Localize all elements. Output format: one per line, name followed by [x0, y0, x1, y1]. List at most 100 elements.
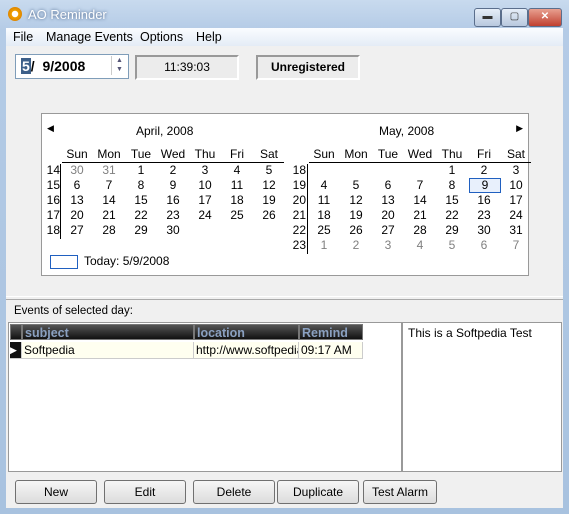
calendar-day[interactable]: 12 [341, 193, 371, 207]
events-grid[interactable]: subject location Remind at ▶ Softpedia h… [8, 322, 402, 472]
calendar-day[interactable]: 31 [501, 223, 531, 237]
calendar-day[interactable]: 7 [501, 238, 531, 252]
calendar-day[interactable]: 27 [373, 223, 403, 237]
calendar-day[interactable]: 24 [501, 208, 531, 222]
edit-button[interactable]: Edit [104, 480, 186, 504]
calendar-day[interactable]: 25 [222, 208, 252, 222]
date-day-year[interactable]: / 9/2008 [31, 58, 86, 74]
menu-file[interactable]: File [13, 30, 33, 44]
calendar-day[interactable]: 17 [190, 193, 220, 207]
cell-subject[interactable]: Softpedia [22, 342, 194, 359]
calendar-day[interactable]: 10 [190, 178, 220, 192]
close-button[interactable]: ✕ [528, 8, 562, 27]
calendar-day[interactable]: 7 [94, 178, 124, 192]
test-alarm-button[interactable]: Test Alarm [363, 480, 437, 504]
calendar-day[interactable]: 28 [405, 223, 435, 237]
calendar-day[interactable]: 3 [190, 163, 220, 177]
duplicate-button[interactable]: Duplicate [277, 480, 359, 504]
date-month[interactable]: 5 [21, 58, 31, 74]
calendar-day[interactable]: 5 [437, 238, 467, 252]
menu-options[interactable]: Options [140, 30, 183, 44]
calendar-day[interactable]: 12 [254, 178, 284, 192]
calendar-day[interactable]: 9 [158, 178, 188, 192]
calendar-day[interactable]: 17 [501, 193, 531, 207]
spin-down-icon[interactable]: ▼ [112, 65, 127, 74]
calendar-day[interactable]: 26 [254, 208, 284, 222]
calendar-day[interactable]: 4 [222, 163, 252, 177]
calendar-day[interactable]: 24 [190, 208, 220, 222]
calendar-day[interactable]: 4 [309, 178, 339, 192]
calendar-day[interactable]: 4 [405, 238, 435, 252]
calendar-day[interactable]: 3 [373, 238, 403, 252]
calendar-day[interactable]: 28 [94, 223, 124, 237]
date-spinner[interactable]: ▲ ▼ [111, 56, 127, 75]
calendar-day[interactable]: 11 [309, 193, 339, 207]
date-picker[interactable]: 5/ 9/2008 ▲ ▼ [15, 54, 129, 79]
calendar-day[interactable]: 21 [405, 208, 435, 222]
column-header-location[interactable]: location [194, 324, 299, 340]
calendar-day[interactable]: 1 [126, 163, 156, 177]
calendar-day[interactable]: 29 [126, 223, 156, 237]
delete-button[interactable]: Delete [193, 480, 275, 504]
calendar-day[interactable]: 21 [94, 208, 124, 222]
calendar-day[interactable]: 2 [158, 163, 188, 177]
calendar-day[interactable]: 23 [469, 208, 499, 222]
calendar-day[interactable]: 13 [373, 193, 403, 207]
new-button[interactable]: New [15, 480, 97, 504]
calendar-day[interactable]: 6 [373, 178, 403, 192]
calendar-day[interactable]: 31 [94, 163, 124, 177]
calendar-day[interactable]: 23 [158, 208, 188, 222]
calendar-day[interactable]: 15 [437, 193, 467, 207]
calendar-day[interactable]: 8 [126, 178, 156, 192]
calendar-day[interactable]: 5 [341, 178, 371, 192]
calendar-day[interactable]: 22 [126, 208, 156, 222]
spin-up-icon[interactable]: ▲ [112, 56, 127, 65]
calendar-day[interactable]: 11 [222, 178, 252, 192]
calendar-day[interactable]: 2 [341, 238, 371, 252]
calendar-day[interactable]: 20 [373, 208, 403, 222]
calendar-day[interactable]: 25 [309, 223, 339, 237]
calendar-day[interactable]: 30 [158, 223, 188, 237]
calendar-day[interactable]: 14 [94, 193, 124, 207]
calendar-day[interactable]: 5 [254, 163, 284, 177]
calendar-day[interactable]: 2 [469, 163, 499, 177]
column-header-subject[interactable]: subject [22, 324, 194, 340]
calendar-day[interactable]: 22 [437, 208, 467, 222]
menu-help[interactable]: Help [196, 30, 222, 44]
calendar-day[interactable]: 6 [469, 238, 499, 252]
calendar-day[interactable]: 15 [126, 193, 156, 207]
splitter[interactable] [6, 296, 563, 300]
calendar-day[interactable]: 19 [341, 208, 371, 222]
prev-month-icon[interactable]: ◀ [47, 123, 54, 134]
next-month-icon[interactable]: ▶ [516, 123, 523, 134]
cell-location[interactable]: http://www.softpedia.com [194, 342, 299, 359]
calendar-day[interactable]: 16 [158, 193, 188, 207]
calendar-day[interactable]: 18 [309, 208, 339, 222]
calendar-day[interactable]: 14 [405, 193, 435, 207]
today-link[interactable]: Today: 5/9/2008 [84, 254, 169, 268]
calendar-day[interactable]: 10 [501, 178, 531, 192]
calendar-day[interactable]: 6 [62, 178, 92, 192]
calendar-day[interactable]: 26 [341, 223, 371, 237]
calendar-day[interactable]: 1 [437, 163, 467, 177]
month-calendar[interactable]: ◀ ▶ April, 2008 May, 2008 Today: 5/9/200… [41, 113, 531, 276]
calendar-day[interactable]: 19 [254, 193, 284, 207]
calendar-day[interactable]: 1 [309, 238, 339, 252]
column-header-remind[interactable]: Remind at [299, 324, 363, 356]
calendar-day[interactable]: 27 [62, 223, 92, 237]
calendar-day[interactable]: 18 [222, 193, 252, 207]
maximize-button[interactable]: ▢ [501, 8, 528, 27]
calendar-day[interactable]: 3 [501, 163, 531, 177]
calendar-day[interactable]: 7 [405, 178, 435, 192]
calendar-day[interactable]: 20 [62, 208, 92, 222]
calendar-day[interactable]: 30 [62, 163, 92, 177]
calendar-day[interactable]: 30 [469, 223, 499, 237]
cell-remind[interactable]: 09:17 AM [299, 342, 363, 359]
calendar-day[interactable]: 8 [437, 178, 467, 192]
selected-day[interactable]: 9 [469, 178, 501, 193]
calendar-day[interactable]: 16 [469, 193, 499, 207]
minimize-button[interactable]: ▬ [474, 8, 501, 27]
menu-manage-events[interactable]: Manage Events [46, 30, 133, 44]
calendar-day[interactable]: 29 [437, 223, 467, 237]
event-note[interactable]: This is a Softpedia Test [402, 322, 562, 472]
